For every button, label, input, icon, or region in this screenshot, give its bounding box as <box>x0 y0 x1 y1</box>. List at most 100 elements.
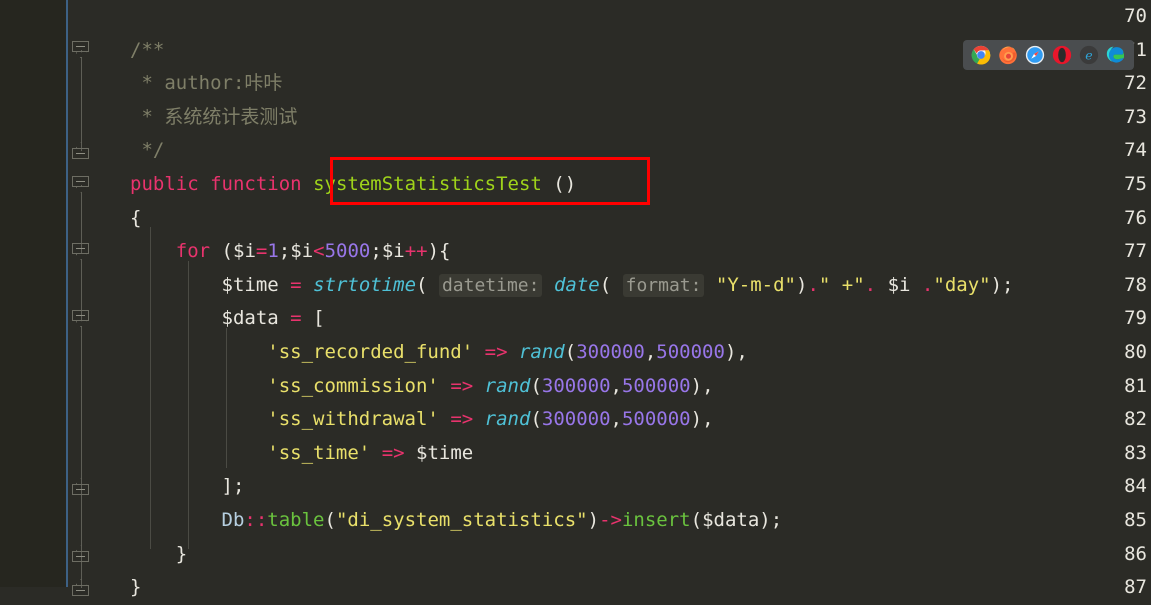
fold-marker-column[interactable] <box>68 0 130 587</box>
code-token <box>130 274 222 296</box>
fold-toggle-up[interactable] <box>72 142 91 159</box>
edge-icon[interactable] <box>1106 45 1126 65</box>
code-token: 300000 <box>542 375 611 397</box>
code-token <box>876 274 887 296</box>
code-line[interactable]: 'ss_withdrawal' => rand(300000,500000), <box>130 403 1151 437</box>
code-token: ( <box>416 274 427 296</box>
code-token: ); <box>759 509 782 531</box>
code-line[interactable]: 'ss_time' => $time <box>130 437 1151 471</box>
code-line[interactable]: { <box>130 202 1151 236</box>
code-token: date <box>554 274 600 296</box>
code-token: table <box>267 509 324 531</box>
fold-toggle-down[interactable] <box>72 310 91 327</box>
code-token: 500000 <box>622 408 691 430</box>
code-token <box>279 274 290 296</box>
code-token: => <box>450 408 473 430</box>
code-token: 1 <box>267 240 278 262</box>
code-line[interactable]: } <box>130 571 1151 605</box>
code-token: ( <box>565 341 576 363</box>
code-token: ), <box>691 408 714 430</box>
code-token: ( <box>691 509 702 531</box>
fold-toggle-down[interactable] <box>72 176 91 193</box>
fold-toggle-up[interactable] <box>72 579 91 596</box>
code-text-area[interactable]: /** * author:咔咔 * 系统统计表测试 */ public funct… <box>130 0 1151 587</box>
code-token <box>199 173 210 195</box>
code-line[interactable]: * 系统统计表测试 <box>130 101 1151 135</box>
code-token: $data <box>222 307 279 329</box>
code-token: [ <box>313 307 324 329</box>
code-token: Db <box>222 509 245 531</box>
code-token: = <box>290 307 301 329</box>
code-token: = <box>256 240 267 262</box>
code-token: ) <box>588 509 599 531</box>
code-token <box>542 173 553 195</box>
code-token <box>210 240 221 262</box>
code-token <box>130 509 222 531</box>
fold-connector-line <box>81 319 82 487</box>
code-token: 500000 <box>622 375 691 397</box>
code-token: * author:咔咔 <box>130 72 282 94</box>
safari-icon[interactable] <box>1025 45 1045 65</box>
code-token: { <box>130 207 141 229</box>
code-token <box>279 307 290 329</box>
fold-toggle-up[interactable] <box>72 478 91 495</box>
code-token: , <box>611 408 622 430</box>
code-token <box>439 375 450 397</box>
code-line[interactable]: public function systemStatisticsTest () <box>130 168 1151 202</box>
code-token: /** <box>130 39 164 61</box>
code-line[interactable]: 'ss_commission' => rand(300000,500000), <box>130 370 1151 404</box>
code-token: ), <box>725 341 748 363</box>
code-token: rand <box>519 341 565 363</box>
browser-preview-popup[interactable]: e <box>963 40 1134 70</box>
chrome-icon[interactable] <box>971 45 991 65</box>
code-line[interactable]: for ($i=1;$i<5000;$i++){ <box>130 235 1151 269</box>
code-token: 500000 <box>656 341 725 363</box>
opera-icon[interactable] <box>1052 45 1072 65</box>
code-token: ( <box>600 274 611 296</box>
editor-gutter <box>0 0 66 587</box>
code-token: $i <box>888 274 911 296</box>
code-line[interactable]: } <box>130 538 1151 572</box>
code-token: . <box>865 274 876 296</box>
code-token <box>370 442 381 464</box>
code-token: = <box>290 274 301 296</box>
fold-connector-line <box>81 50 82 151</box>
indent-guide <box>188 261 189 549</box>
code-line[interactable]: ]; <box>130 470 1151 504</box>
code-line[interactable]: */ <box>130 134 1151 168</box>
code-token: ( <box>530 375 541 397</box>
code-token <box>302 274 313 296</box>
code-token: "di_system_statistics" <box>336 509 588 531</box>
code-line[interactable]: $time = strtotime( datetime: date( forma… <box>130 269 1151 303</box>
firefox-icon[interactable] <box>998 45 1018 65</box>
code-line[interactable]: $data = [ <box>130 302 1151 336</box>
fold-toggle-up[interactable] <box>72 545 91 562</box>
code-token: ]; <box>222 475 245 497</box>
code-token <box>302 173 313 195</box>
code-token: => <box>382 442 405 464</box>
code-token: */ <box>130 139 164 161</box>
code-line[interactable]: 'ss_recorded_fund' => rand(300000,500000… <box>130 336 1151 370</box>
indent-guide <box>150 227 151 549</box>
code-token: :: <box>244 509 267 531</box>
explorer-icon[interactable]: e <box>1079 45 1099 65</box>
code-token <box>704 274 715 296</box>
code-token <box>611 274 622 296</box>
code-token <box>130 475 222 497</box>
code-token <box>130 543 176 565</box>
code-token: rand <box>485 375 531 397</box>
code-token: => <box>450 375 473 397</box>
code-line[interactable]: Db::table("di_system_statistics")->inser… <box>130 504 1151 538</box>
code-line[interactable]: * author:咔咔 <box>130 67 1151 101</box>
code-token: -> <box>599 509 622 531</box>
code-token: ; <box>370 240 381 262</box>
code-token: . <box>807 274 818 296</box>
code-line[interactable] <box>130 0 1151 34</box>
code-token: . <box>922 274 933 296</box>
code-token <box>439 408 450 430</box>
code-token: ), <box>691 375 714 397</box>
fold-toggle-down[interactable] <box>72 41 91 58</box>
code-editor: 707172737475767778798081828384858687 /**… <box>0 0 1151 587</box>
fold-toggle-down[interactable] <box>72 243 91 260</box>
code-token: } <box>176 543 187 565</box>
